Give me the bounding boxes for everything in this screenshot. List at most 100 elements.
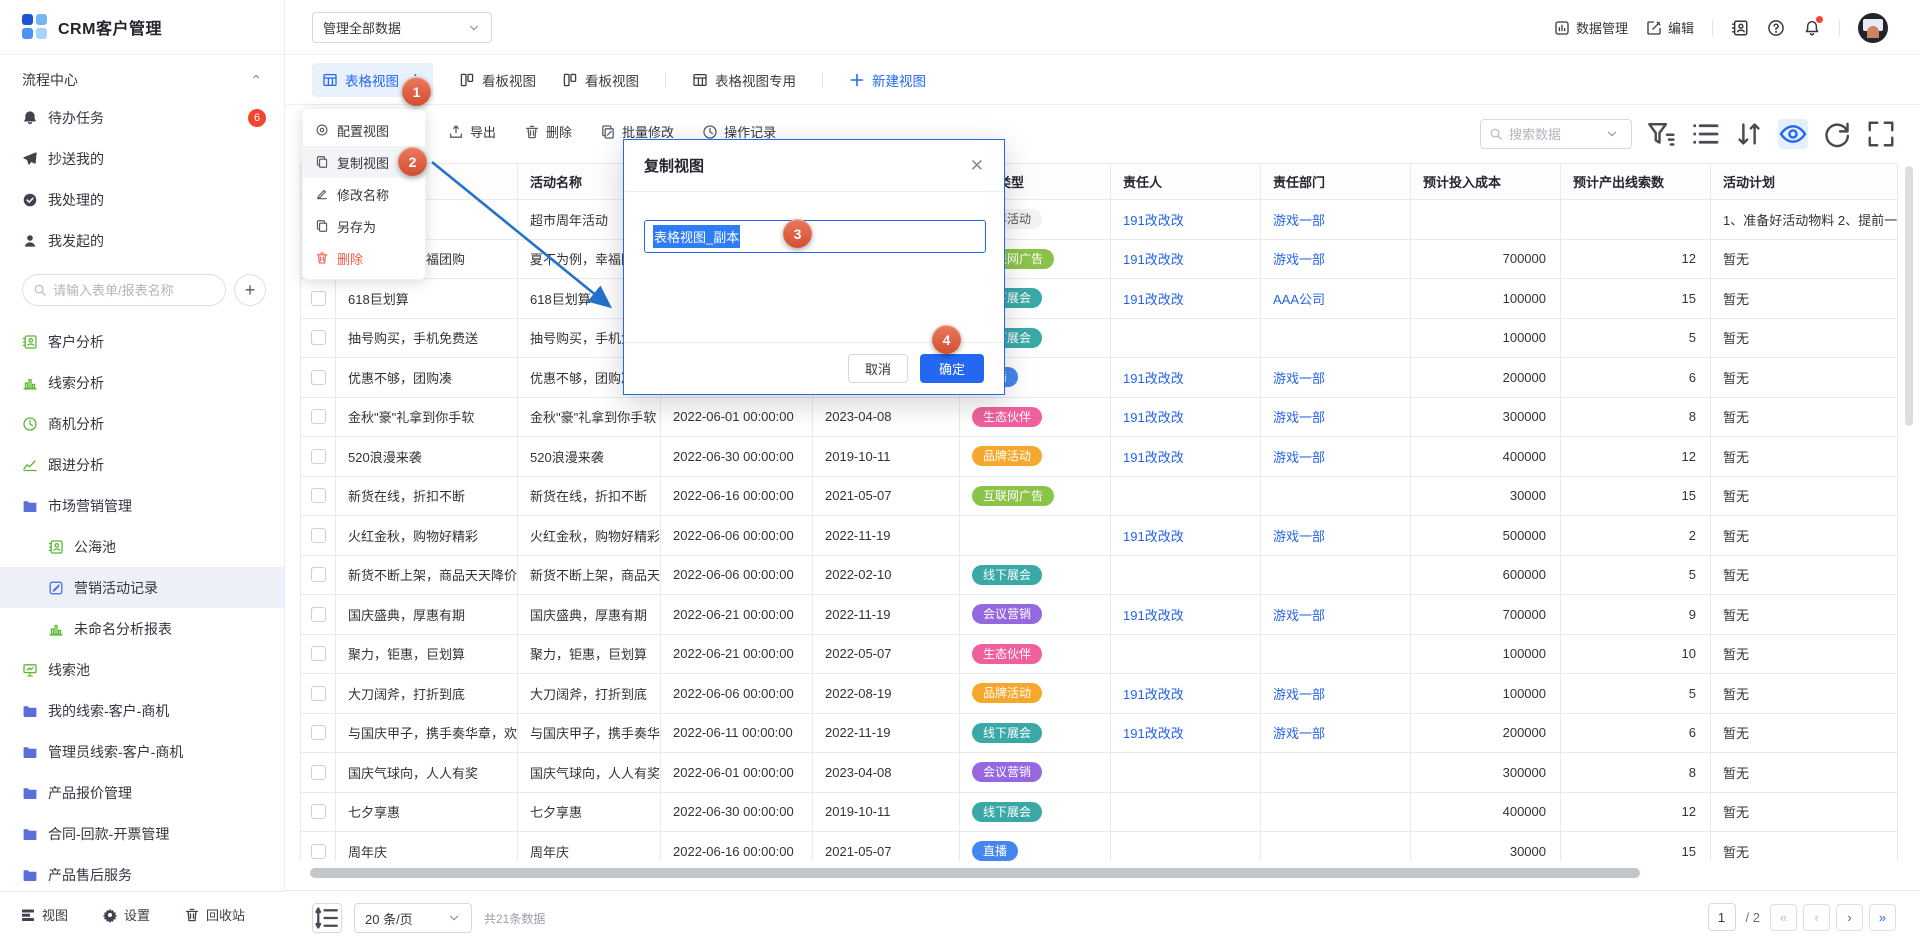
row-checkbox[interactable] [311,804,326,819]
record-link[interactable]: 191改改改 [1123,447,1184,466]
record-link[interactable]: 游戏一部 [1273,249,1325,268]
confirm-button[interactable]: 确定 [920,354,984,383]
column-header-5[interactable]: 责任人 [1111,164,1261,200]
record-link[interactable]: 191改改改 [1123,684,1184,703]
sidebar-item-3[interactable]: 我发起的 [0,220,284,261]
sidebar-menu-item-8[interactable]: 线索池 [0,649,284,690]
row-checkbox[interactable] [311,409,326,424]
first-page-button[interactable]: « [1770,904,1797,931]
toolbar-导出-button[interactable]: 导出 [448,122,496,141]
sidebar-menu-item-5[interactable]: 公海池 [0,526,284,567]
menu-item-另存为[interactable]: 另存为 [303,210,425,242]
refresh-icon[interactable] [1822,119,1852,149]
sidebar-footer-视图[interactable]: 视图 [20,905,68,924]
current-page-input[interactable]: 1 [1708,903,1736,931]
visibility-icon[interactable] [1778,119,1808,149]
sidebar-item-1[interactable]: 抄送我的 [0,138,284,179]
record-link[interactable]: 游戏一部 [1273,447,1325,466]
row-height-icon[interactable] [312,903,342,933]
toolbar-删除-button[interactable]: 删除 [524,122,572,141]
next-page-button[interactable]: › [1836,904,1863,931]
tab-新建视图-4[interactable]: 新建视图 [849,70,926,90]
row-checkbox[interactable] [311,449,326,464]
row-checkbox[interactable] [311,646,326,661]
add-form-button[interactable]: + [234,274,266,306]
record-link[interactable]: 游戏一部 [1273,605,1325,624]
field-list-icon[interactable] [1690,119,1720,149]
record-link[interactable]: 191改改改 [1123,407,1184,426]
sidebar-menu-item-2[interactable]: 商机分析 [0,403,284,444]
row-checkbox[interactable] [311,291,326,306]
table-search-input[interactable] [1480,119,1632,149]
column-header-6[interactable]: 责任部门 [1261,164,1411,200]
row-checkbox[interactable] [311,488,326,503]
user-avatar[interactable] [1858,13,1888,43]
record-link[interactable]: 游戏一部 [1273,684,1325,703]
sidebar-menu-item-13[interactable]: 产品售后服务 [0,854,284,895]
scrollbar-thumb[interactable] [310,868,1640,878]
tab-表格视图专用-3[interactable]: 表格视图专用 [692,70,796,90]
tab-看板视图-1[interactable]: 看板视图 [459,70,536,90]
row-checkbox[interactable] [311,528,326,543]
close-icon[interactable]: ✕ [970,156,984,176]
sidebar-menu-item-3[interactable]: 跟进分析 [0,444,284,485]
sidebar-menu-item-9[interactable]: 我的线索-客户-商机 [0,690,284,731]
record-link[interactable]: 191改改改 [1123,526,1184,545]
record-link[interactable]: 游戏一部 [1273,526,1325,545]
sidebar-footer-回收站[interactable]: 回收站 [184,905,245,924]
sidebar-menu-item-7[interactable]: 未命名分析报表 [0,608,284,649]
row-checkbox[interactable] [311,725,326,740]
row-checkbox[interactable] [311,844,326,859]
tab-看板视图-2[interactable]: 看板视图 [562,70,639,90]
table-search-field[interactable] [1509,127,1599,142]
menu-item-删除[interactable]: 删除 [303,242,425,274]
sort-icon[interactable] [1734,119,1764,149]
view-name-input[interactable]: 表格视图_副本 [644,220,986,253]
record-link[interactable]: 191改改改 [1123,605,1184,624]
column-header-9[interactable]: 活动计划 [1711,164,1898,200]
sidebar-item-0[interactable]: 待办任务6 [0,97,284,138]
sidebar-menu-item-10[interactable]: 管理员线索-客户-商机 [0,731,284,772]
sidebar-menu-item-11[interactable]: 产品报价管理 [0,772,284,813]
data-scope-select[interactable]: 管理全部数据 [312,12,492,43]
data-manage-button[interactable]: 数据管理 [1554,18,1628,37]
record-link[interactable]: 191改改改 [1123,210,1184,229]
row-checkbox[interactable] [311,567,326,582]
form-search-input[interactable] [22,274,226,306]
vertical-scrollbar[interactable] [1905,166,1913,426]
sidebar-menu-item-6[interactable]: 营销活动记录 [0,567,284,608]
prev-page-button[interactable]: ‹ [1803,904,1830,931]
record-link[interactable]: 游戏一部 [1273,723,1325,742]
record-link[interactable]: 191改改改 [1123,289,1184,308]
menu-item-修改名称[interactable]: 修改名称 [303,178,425,210]
column-header-8[interactable]: 预计产出线索数 [1561,164,1711,200]
help-icon[interactable] [1767,19,1785,37]
filter-icon[interactable] [1646,119,1676,149]
record-link[interactable]: AAA公司 [1273,289,1325,308]
record-link[interactable]: 191改改改 [1123,249,1184,268]
sidebar-section-process-center[interactable]: 流程中心 ⌃ [0,63,284,97]
notification-bell-icon[interactable] [1803,19,1821,37]
contact-book-icon[interactable] [1731,19,1749,37]
record-link[interactable]: 191改改改 [1123,368,1184,387]
fullscreen-icon[interactable] [1866,119,1896,149]
row-checkbox[interactable] [311,686,326,701]
row-checkbox[interactable] [311,607,326,622]
sidebar-menu-item-0[interactable]: 客户分析 [0,321,284,362]
sidebar-menu-item-12[interactable]: 合同-回款-开票管理 [0,813,284,854]
form-search-field[interactable] [53,283,215,298]
column-header-7[interactable]: 预计投入成本 [1411,164,1561,200]
sidebar-item-2[interactable]: 我处理的 [0,179,284,220]
row-checkbox[interactable] [311,370,326,385]
menu-item-配置视图[interactable]: 配置视图 [303,114,425,146]
record-link[interactable]: 游戏一部 [1273,368,1325,387]
edit-button[interactable]: 编辑 [1646,18,1694,37]
record-link[interactable]: 游戏一部 [1273,210,1325,229]
cancel-button[interactable]: 取消 [848,354,908,383]
record-link[interactable]: 191改改改 [1123,723,1184,742]
row-checkbox[interactable] [311,330,326,345]
record-link[interactable]: 游戏一部 [1273,407,1325,426]
sidebar-footer-设置[interactable]: 设置 [102,905,150,924]
last-page-button[interactable]: » [1869,904,1896,931]
page-size-select[interactable]: 20 条/页 [354,903,472,933]
